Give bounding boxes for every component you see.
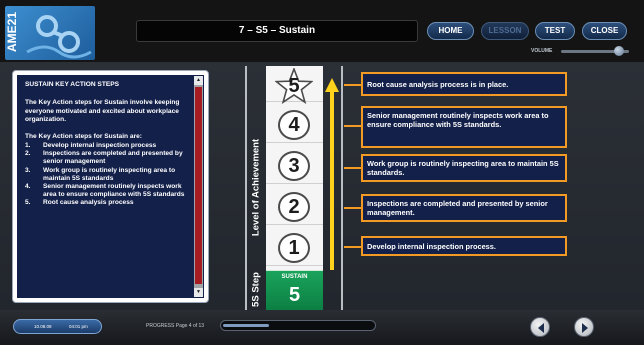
panel-scrollbar[interactable]: ▲ ▼	[194, 76, 203, 297]
scroll-up-icon[interactable]: ▲	[194, 76, 203, 85]
close-button[interactable]: CLOSE	[582, 22, 627, 40]
list-item: 2. Inspections are completed and presente…	[25, 150, 196, 166]
level-number: 5	[288, 75, 300, 97]
step-axis: 5S Step	[249, 270, 263, 310]
step-number: 2.	[25, 150, 31, 158]
connector-line	[344, 84, 362, 86]
chevron-left-icon	[538, 323, 544, 333]
next-page-button[interactable]	[574, 317, 594, 337]
level-number: 2	[278, 192, 310, 222]
step-text: Senior management routinely inspects wor…	[43, 183, 185, 199]
description-level-3: Work group is routinely inspecting area …	[361, 154, 567, 182]
connector-line	[344, 125, 362, 127]
lesson-title: 7 – S5 – Sustain	[136, 20, 418, 42]
step-axis-label: 5S Step	[250, 272, 262, 307]
scroll-thumb[interactable]	[195, 87, 202, 284]
date-time-display: 10.08.09 04:01 pm	[13, 319, 102, 334]
description-level-1: Develop internal inspection process.	[361, 236, 567, 256]
description-level-2: Inspections are completed and presented …	[361, 194, 567, 222]
step-text: Develop internal inspection process	[43, 142, 157, 150]
date-text: 10.08.09	[34, 324, 52, 329]
key-steps-text[interactable]: SUSTAIN KEY ACTION STEPS The Key Action …	[17, 75, 204, 298]
chevron-right-icon	[582, 323, 588, 333]
level-1-cell: 1	[266, 230, 323, 266]
volume-label: VOLUME	[531, 48, 553, 54]
list-item: 5. Root cause analysis process	[25, 199, 196, 207]
app-window: AME21 7 – S5 – Sustain HOME LESSON TEST …	[0, 0, 644, 345]
step-text: Root cause analysis process	[43, 199, 134, 207]
level-5-cell: 5	[266, 66, 323, 105]
step-text: Inspections are completed and presented …	[43, 150, 183, 166]
level-number: 1	[278, 233, 310, 263]
time-text: 04:01 pm	[69, 324, 88, 329]
step-number: 1.	[25, 142, 31, 150]
home-button[interactable]: HOME	[427, 22, 474, 40]
step-number: 4.	[25, 183, 31, 191]
level-axis: Level of Achievement	[249, 110, 263, 270]
progress-fill	[223, 324, 269, 327]
step-text: Work group is routinely inspecting area …	[43, 166, 176, 182]
logo-text: AME21	[5, 12, 19, 53]
progress-bar	[220, 320, 376, 331]
logo-graphic-icon	[26, 15, 92, 59]
level-3-cell: 3	[266, 148, 323, 184]
sustain-step-box: SUSTAIN 5	[266, 270, 323, 310]
step-number: 5	[288, 284, 301, 306]
key-steps-panel: SUSTAIN KEY ACTION STEPS The Key Action …	[12, 70, 209, 303]
level-number: 3	[278, 151, 310, 181]
arrow-shaft	[330, 90, 334, 270]
step-name: SUSTAIN	[281, 274, 308, 280]
level-number: 4	[278, 110, 310, 140]
volume-knob[interactable]	[614, 46, 624, 56]
previous-page-button[interactable]	[530, 317, 550, 337]
steps-intro: The Key Action steps for Sustain are:	[25, 132, 143, 140]
connector-line	[344, 167, 362, 169]
level-4-cell: 4	[266, 107, 323, 143]
test-button[interactable]: TEST	[535, 22, 575, 40]
lesson-button[interactable]: LESSON	[481, 22, 529, 40]
list-item: 3. Work group is routinely inspecting are…	[25, 167, 196, 183]
steps-list: 1. Develop internal inspection process 2.…	[25, 142, 196, 208]
panel-intro: The Key Action steps for Sustain involve…	[25, 99, 180, 124]
divider-right	[341, 66, 343, 310]
list-item: 4. Senior management routinely inspects w…	[25, 183, 196, 199]
divider-left	[245, 66, 247, 310]
level-axis-label: Level of Achievement	[250, 138, 262, 237]
progress-label: PROGRESS Page 4 of 13	[146, 323, 205, 329]
list-item: 1. Develop internal inspection process	[25, 142, 196, 150]
step-number: 5.	[25, 199, 31, 207]
ame-logo: AME21	[5, 6, 95, 60]
connector-line	[344, 207, 362, 209]
scroll-down-icon[interactable]: ▼	[194, 288, 203, 297]
step-number: 3.	[25, 166, 31, 174]
connector-line	[344, 246, 362, 248]
description-level-5: Root cause analysis process is in place.	[361, 72, 567, 96]
panel-heading: SUSTAIN KEY ACTION STEPS	[25, 81, 120, 88]
description-level-4: Senior management routinely inspects wor…	[361, 106, 567, 148]
level-2-cell: 2	[266, 189, 323, 225]
